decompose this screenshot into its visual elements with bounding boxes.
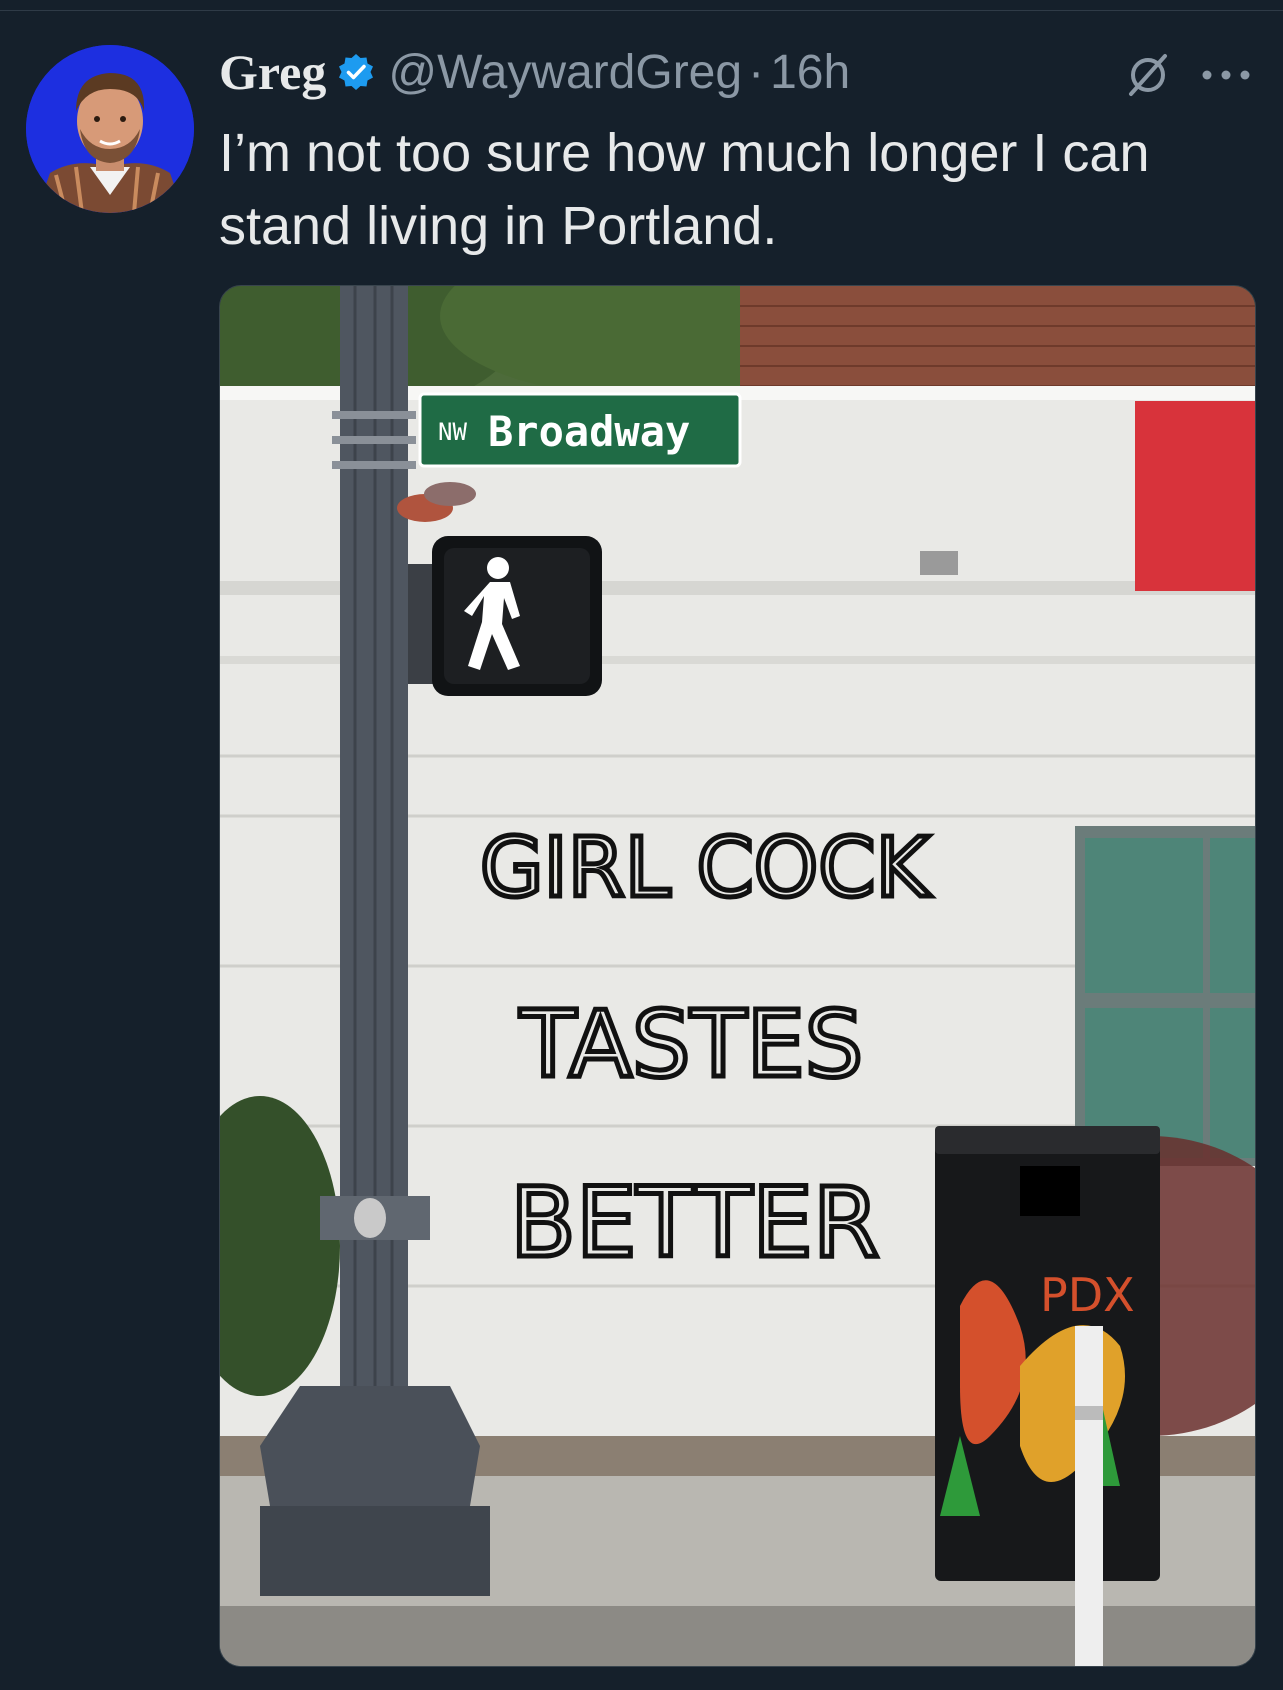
timestamp[interactable]: 16h <box>770 45 850 100</box>
top-divider <box>0 10 1283 11</box>
tweet-photo[interactable]: GIRL COCK TASTES BETTER NW Broadway PDX <box>219 285 1256 1667</box>
tweet-text: I’m not too sure how much longer I can s… <box>219 123 1150 256</box>
grok-icon[interactable] <box>1125 52 1171 98</box>
avatar[interactable] <box>26 45 194 213</box>
bin-label: PDX <box>1040 1268 1135 1322</box>
author-name[interactable]: Greg <box>219 43 326 101</box>
avatar-portrait <box>26 45 194 213</box>
street-sign-name: Broadway <box>488 407 690 456</box>
graffiti-line-1: GIRL COCK <box>480 821 932 916</box>
photo-scene: GIRL COCK TASTES BETTER NW Broadway PDX <box>220 286 1255 1666</box>
tweet-header: Greg @WaywardGreg · 16h <box>219 42 850 102</box>
verified-badge-icon <box>339 54 374 90</box>
graffiti-line-3: BETTER <box>510 1167 879 1279</box>
author-handle[interactable]: @WaywardGreg <box>388 45 742 100</box>
street-sign-prefix: NW <box>438 418 467 446</box>
more-options-icon[interactable] <box>1198 64 1254 86</box>
graffiti-line-2: TASTES <box>519 991 863 1098</box>
separator-dot: · <box>748 45 765 99</box>
